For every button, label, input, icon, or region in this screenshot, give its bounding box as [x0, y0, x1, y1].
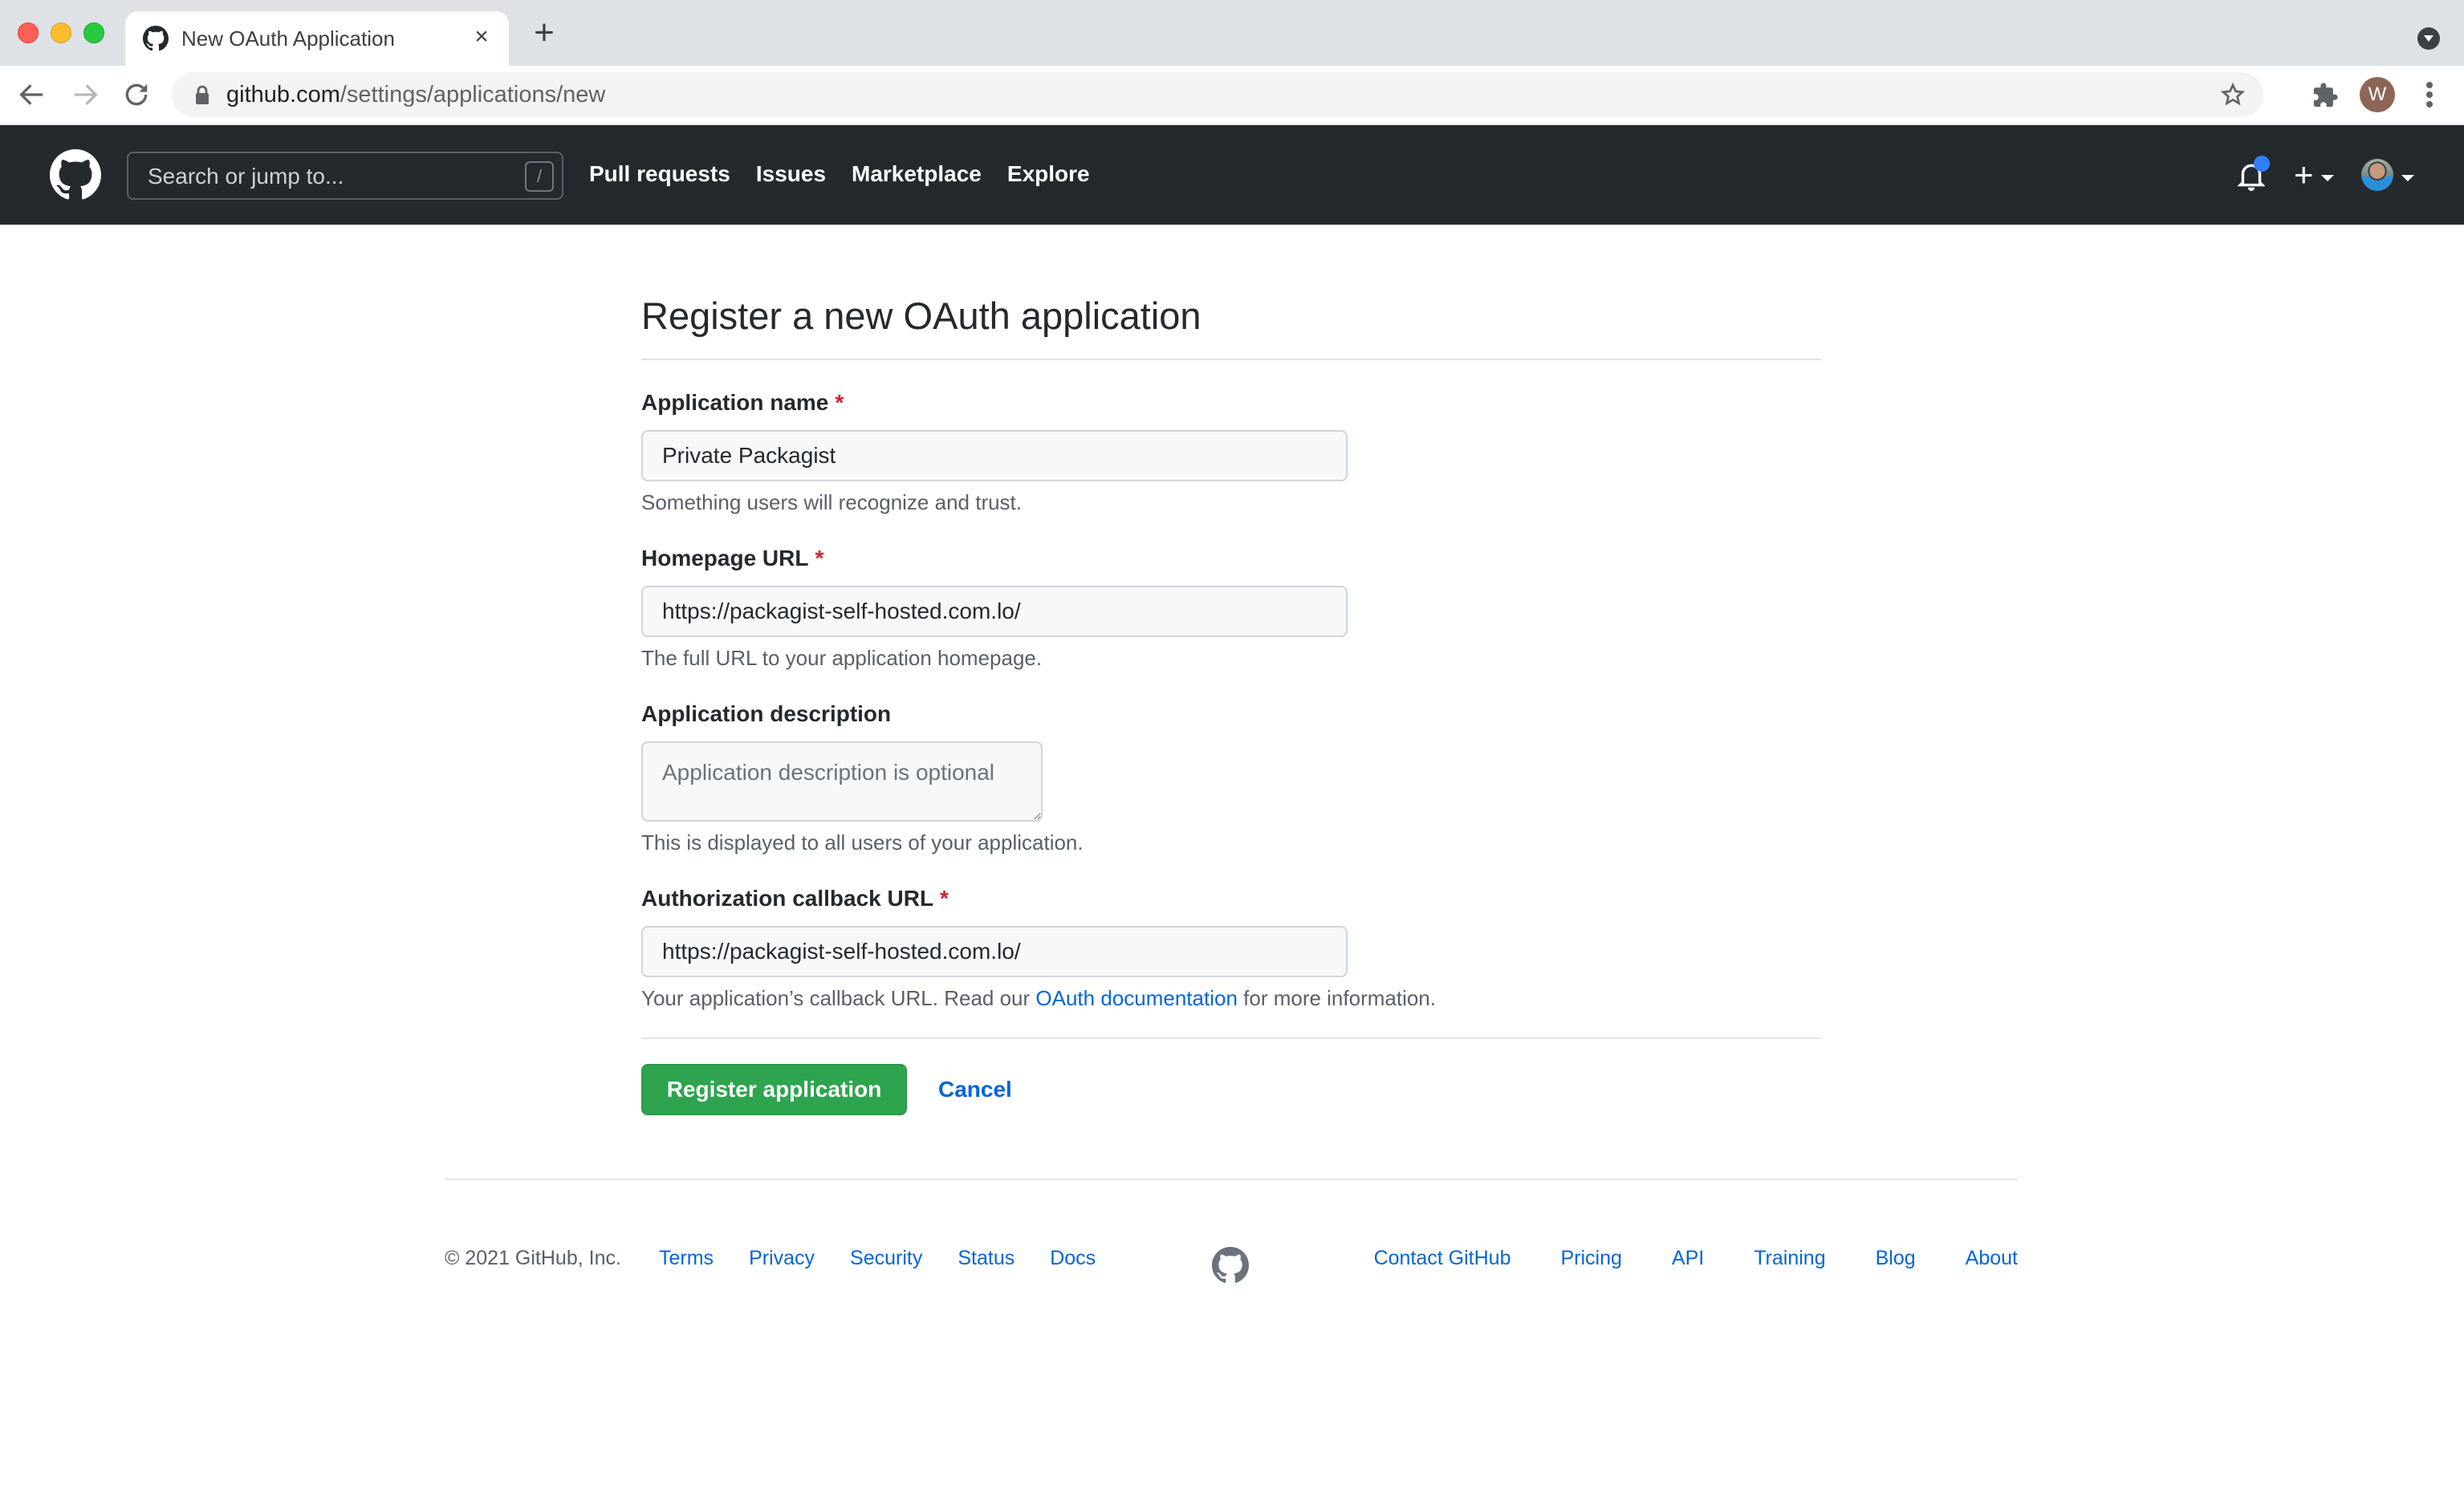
- footer-link-terms[interactable]: Terms: [659, 1245, 714, 1271]
- url-host: github.com: [226, 82, 340, 108]
- required-asterisk: *: [835, 390, 844, 415]
- search-placeholder: Search or jump to...: [148, 164, 344, 189]
- back-arrow-icon[interactable]: [16, 79, 48, 111]
- footer-divider: [445, 1179, 2018, 1180]
- nav-pull-requests[interactable]: Pull requests: [589, 160, 730, 188]
- app-name-label-text: Application name: [641, 390, 829, 415]
- homepage-url-input[interactable]: [641, 586, 1348, 637]
- github-footer-logo-icon[interactable]: [1212, 1247, 1249, 1284]
- app-name-note: Something users will recognize and trust…: [641, 490, 1023, 514]
- footer-link-pricing[interactable]: Pricing: [1560, 1245, 1621, 1271]
- footer-link-about[interactable]: About: [1966, 1245, 2018, 1271]
- footer-link-security[interactable]: Security: [850, 1245, 922, 1271]
- callback-url-input[interactable]: [641, 926, 1348, 977]
- form-actions-divider: [641, 1037, 1821, 1039]
- browser-menu-kebab-icon[interactable]: [2419, 80, 2440, 111]
- app-description-label: Application description: [641, 701, 892, 726]
- page-title: Register a new OAuth application: [641, 294, 1202, 337]
- window-maximize-button[interactable]: [83, 22, 104, 43]
- create-new-caret-icon[interactable]: [2321, 175, 2334, 181]
- address-bar[interactable]: github.com/settings/applications/new: [172, 72, 2263, 117]
- callback-url-note: Your application’s callback URL. Read ou…: [641, 985, 1436, 1011]
- callback-note-text: Your application’s callback URL. Read ou…: [641, 986, 1036, 1010]
- github-primary-nav: Pull requests Issues Marketplace Explore: [589, 160, 1090, 188]
- create-new-plus-icon[interactable]: +: [2294, 158, 2314, 192]
- footer-link-api[interactable]: API: [1672, 1245, 1704, 1271]
- footer-link-status[interactable]: Status: [958, 1245, 1014, 1271]
- footer-link-contact-github[interactable]: Contact GitHub: [1374, 1245, 1511, 1271]
- window-minimize-button[interactable]: [51, 22, 71, 43]
- github-favicon-icon: [143, 26, 169, 51]
- homepage-url-label-text: Homepage URL: [641, 546, 809, 570]
- nav-explore[interactable]: Explore: [1007, 160, 1090, 188]
- search-shortcut-key: /: [525, 161, 554, 192]
- register-application-button[interactable]: Register application: [641, 1064, 907, 1115]
- url-text[interactable]: github.com/settings/applications/new: [226, 81, 605, 108]
- forward-arrow-icon[interactable]: [69, 79, 101, 111]
- github-logo-icon[interactable]: [50, 149, 101, 201]
- footer-link-training[interactable]: Training: [1754, 1245, 1825, 1271]
- extensions-puzzle-icon[interactable]: [2312, 82, 2339, 109]
- footer-link-docs[interactable]: Docs: [1050, 1245, 1096, 1271]
- title-divider: [641, 359, 1821, 360]
- required-asterisk: *: [940, 886, 949, 911]
- footer-copyright: © 2021 GitHub, Inc.: [445, 1247, 621, 1269]
- browser-profile-avatar[interactable]: W: [2360, 77, 2395, 112]
- browser-toolbar: github.com/settings/applications/new W: [0, 66, 2464, 125]
- footer-links-left: Terms Privacy Security Status Docs: [659, 1245, 1096, 1271]
- app-name-label: Application name *: [641, 389, 844, 416]
- user-avatar[interactable]: [2361, 159, 2393, 191]
- callback-note-text-end: for more information.: [1237, 986, 1436, 1010]
- reload-icon[interactable]: [120, 79, 152, 111]
- callback-url-label: Authorization callback URL *: [641, 885, 949, 912]
- browser-tab-active[interactable]: New OAuth Application ×: [125, 11, 509, 66]
- github-search-input[interactable]: Search or jump to... /: [127, 152, 563, 200]
- nav-issues[interactable]: Issues: [756, 160, 826, 188]
- app-description-note: This is displayed to all users of your a…: [641, 830, 1084, 855]
- tab-title: New OAuth Application: [181, 26, 395, 51]
- user-menu-caret-icon[interactable]: [2401, 175, 2414, 181]
- bookmark-star-icon[interactable]: [2220, 82, 2246, 108]
- tab-search-icon[interactable]: [2417, 27, 2440, 50]
- footer-links-right: Contact GitHub Pricing API Training Blog…: [1374, 1245, 2018, 1271]
- nav-marketplace[interactable]: Marketplace: [852, 160, 982, 188]
- browser-tab-strip: New OAuth Application × +: [0, 0, 2464, 66]
- footer-link-privacy[interactable]: Privacy: [749, 1245, 815, 1271]
- github-header: Search or jump to... / Pull requests Iss…: [0, 125, 2464, 225]
- homepage-url-label: Homepage URL *: [641, 545, 823, 572]
- footer-link-blog[interactable]: Blog: [1876, 1245, 1916, 1271]
- tab-close-icon[interactable]: ×: [469, 24, 494, 50]
- lock-icon[interactable]: [194, 85, 210, 104]
- unread-notification-dot: [2254, 156, 2270, 172]
- window-close-button[interactable]: [18, 22, 39, 43]
- callback-url-label-text: Authorization callback URL: [641, 886, 934, 911]
- app-name-input[interactable]: [641, 430, 1348, 481]
- new-tab-button[interactable]: +: [530, 15, 559, 51]
- homepage-url-note: The full URL to your application homepag…: [641, 646, 1043, 670]
- url-path: /settings/applications/new: [340, 82, 606, 108]
- cancel-link[interactable]: Cancel: [938, 1076, 1012, 1103]
- oauth-documentation-link[interactable]: OAuth documentation: [1035, 986, 1238, 1010]
- required-asterisk: *: [815, 546, 824, 570]
- app-description-textarea[interactable]: [641, 741, 1043, 822]
